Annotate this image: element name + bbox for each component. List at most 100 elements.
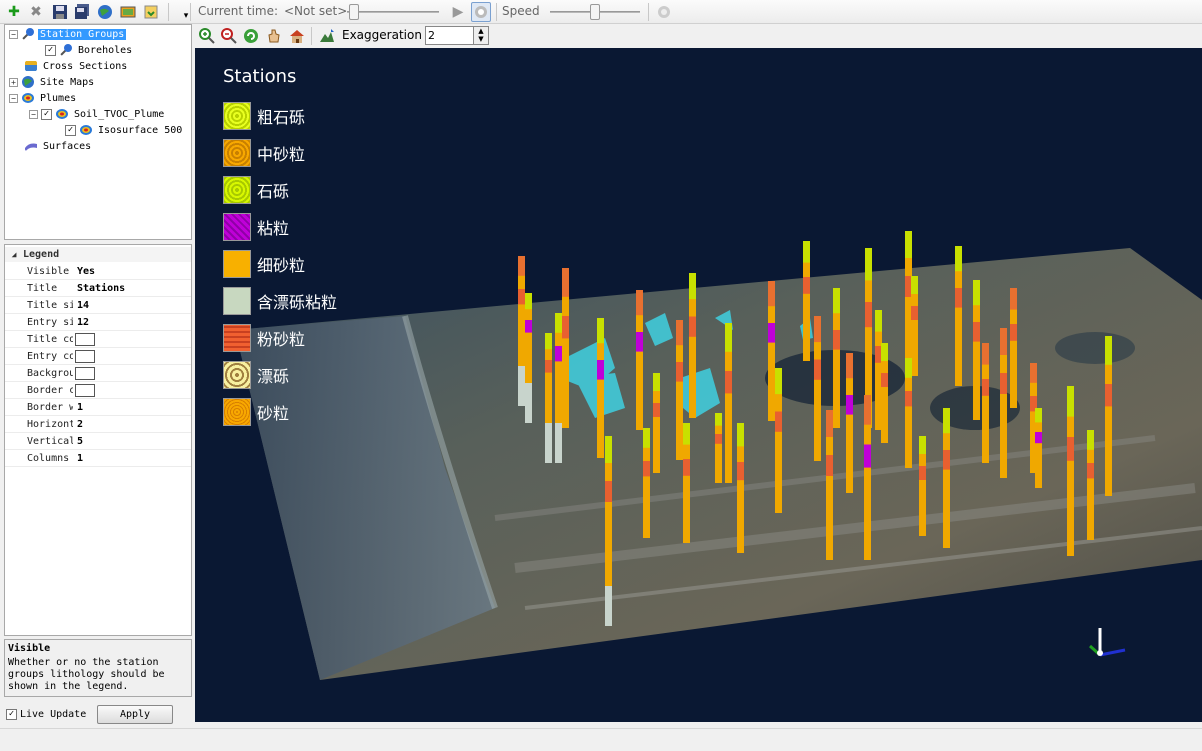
tree-item-boreholes[interactable]: ✓ Boreholes [45, 42, 134, 58]
property-grid: ◢ Legend Visible Yes Title Stations Title … [4, 244, 192, 636]
legend-swatch [223, 360, 251, 389]
zoom-in-icon[interactable] [197, 26, 217, 46]
exaggeration-input[interactable]: 2 [425, 26, 479, 45]
collapse-icon[interactable]: − [29, 109, 38, 119]
delete-icon[interactable]: ✖ [26, 2, 46, 22]
property-row[interactable]: Entry size12 [5, 314, 191, 331]
tree-item-isosurface-500[interactable]: ✓ Isosurface 500 [65, 122, 184, 138]
borehole-layer [919, 436, 926, 454]
isosurface-checkbox[interactable]: ✓ [65, 124, 76, 136]
borehole-layer [803, 277, 810, 294]
toolbar-overflow-icon[interactable]: ▾ [176, 6, 196, 26]
borehole-layer [768, 323, 775, 343]
borehole-layer [725, 323, 732, 352]
property-category[interactable]: ◢ Legend [5, 247, 191, 262]
property-row[interactable]: Vertical 5 [5, 433, 191, 450]
borehole-layer [525, 320, 532, 333]
legend-entry: 石砾 [223, 171, 337, 208]
property-row[interactable]: Title size14 [5, 297, 191, 314]
expand-icon[interactable]: + [9, 77, 18, 87]
apply-button[interactable]: Apply [97, 705, 173, 724]
entry-color-swatch[interactable] [75, 349, 95, 363]
exaggeration-spinner[interactable]: ▲ ▼ [473, 26, 489, 45]
borehole-layer [1087, 430, 1094, 450]
tree-item-station-groups[interactable]: − Station Groups [9, 26, 127, 42]
property-row[interactable]: Visible Yes [5, 263, 191, 280]
borehole-layer [833, 288, 840, 314]
borehole-layer [683, 459, 690, 476]
borehole-layer [919, 466, 926, 480]
globe-icon[interactable] [95, 2, 115, 22]
legend: Stations 粗石砾 中砂粒 石砾 粘粒 细砂粒 含漂砾粘粒 粉砂粒 漂砾 … [223, 66, 337, 430]
borehole-layer [689, 316, 696, 337]
legend-entry: 粉砂粒 [223, 319, 337, 356]
map-icon[interactable] [118, 2, 138, 22]
stop-icon[interactable] [471, 2, 491, 22]
tree-item-surfaces[interactable]: Surfaces [24, 138, 93, 154]
borehole-layer [905, 391, 912, 407]
time-slider[interactable] [347, 4, 439, 20]
tree-item-cross-sections[interactable]: Cross Sections [24, 58, 129, 74]
collapse-icon[interactable]: − [9, 29, 18, 39]
soil-plume-checkbox[interactable]: ✓ [41, 108, 52, 120]
borehole-layer [955, 246, 962, 272]
status-bar [0, 728, 1202, 751]
borehole-layer [775, 368, 782, 395]
zoom-out-icon[interactable] [219, 26, 239, 46]
borehole-layer [725, 371, 732, 394]
borehole-layer [1010, 288, 1017, 310]
scene-canvas[interactable] [195, 48, 1202, 722]
borehole-layer [1035, 408, 1042, 423]
live-update-checkbox[interactable]: ✓ [6, 708, 17, 720]
save-icon[interactable] [50, 2, 70, 22]
borehole-layer [525, 293, 532, 310]
speed-label: Speed [502, 4, 540, 18]
home-icon[interactable] [287, 26, 307, 46]
import-icon[interactable] [141, 2, 161, 22]
borehole-layer [846, 353, 853, 379]
save-all-icon[interactable] [72, 2, 92, 22]
borehole-layer [1000, 328, 1007, 355]
layer-tree: − Station Groups ✓ Boreholes Cross Secti… [4, 24, 192, 240]
reset-icon[interactable] [654, 2, 674, 22]
property-row[interactable]: Title color [5, 331, 191, 348]
property-row[interactable]: Title Stations [5, 280, 191, 297]
property-row[interactable]: Border color [5, 382, 191, 399]
tree-item-label: Site Maps [40, 76, 95, 88]
border-color-swatch[interactable] [75, 383, 95, 397]
play-icon[interactable]: ▶ [448, 2, 468, 22]
collapse-icon[interactable]: − [9, 93, 18, 103]
background-color-swatch[interactable] [75, 366, 95, 380]
borehole-layer [605, 436, 612, 463]
property-row[interactable]: Horizontal2 [5, 416, 191, 433]
collapse-icon[interactable]: ◢ [5, 250, 23, 259]
tree-item-site-maps[interactable]: + Site Maps [9, 74, 96, 90]
refresh-icon[interactable] [241, 26, 261, 46]
tree-item-label: Surfaces [43, 140, 92, 152]
legend-entry: 粗石砾 [223, 97, 337, 134]
tree-item-plumes[interactable]: − Plumes [9, 90, 78, 106]
property-row[interactable]: Entry color [5, 348, 191, 365]
property-row[interactable]: Border width1 [5, 399, 191, 416]
add-icon[interactable]: ✚ [4, 2, 24, 22]
borehole-layer [881, 343, 888, 361]
borehole-layer [562, 268, 569, 297]
borehole-layer [943, 450, 950, 470]
legend-swatch [223, 286, 251, 315]
borehole-layer [911, 276, 918, 294]
borehole-layer [597, 318, 604, 344]
view-toolbar: Exaggeration 2 ▲ ▼ [195, 24, 1202, 48]
property-row[interactable]: Background [5, 365, 191, 382]
scene-viewport[interactable]: Stations 粗石砾 中砂粒 石砾 粘粒 细砂粒 含漂砾粘粒 粉砂粒 漂砾 … [195, 48, 1202, 722]
borehole-layer [518, 256, 525, 276]
property-row[interactable]: Columns 1 [5, 450, 191, 467]
tree-item-label: Isosurface 500 [98, 124, 183, 136]
pan-hand-icon[interactable] [264, 26, 284, 46]
legend-swatch [223, 138, 251, 167]
borehole-layer [689, 273, 696, 300]
speed-slider[interactable] [550, 4, 640, 20]
title-color-swatch[interactable] [75, 332, 95, 346]
boreholes-checkbox[interactable]: ✓ [45, 44, 56, 56]
legend-swatch [223, 175, 251, 204]
tree-item-soil-tvoc-plume[interactable]: − ✓ Soil_TVOC_Plume [29, 106, 166, 122]
